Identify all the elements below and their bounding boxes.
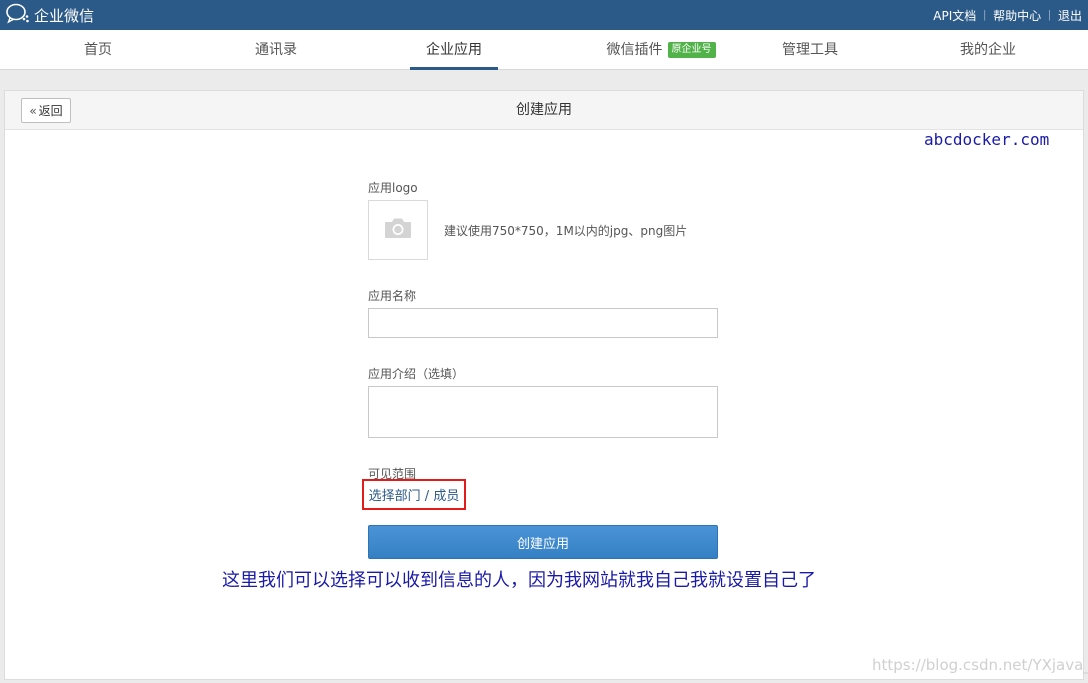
logout-link[interactable]: 退出 bbox=[1058, 7, 1082, 24]
main-nav: 首页 通讯录 企业应用 微信插件 原企业号 管理工具 我的企业 bbox=[0, 30, 1088, 70]
app-name-input[interactable] bbox=[368, 308, 718, 338]
select-departments-members-link[interactable]: 选择部门 / 成员 bbox=[362, 479, 466, 510]
nav-contacts[interactable]: 通讯录 bbox=[236, 30, 316, 70]
wecom-logo-icon bbox=[5, 2, 31, 29]
nav-active-indicator bbox=[410, 67, 498, 70]
nav-wechat-plugin[interactable]: 微信插件 原企业号 bbox=[596, 30, 726, 70]
create-app-button[interactable]: 创建应用 bbox=[368, 525, 718, 559]
annotation-text: 这里我们可以选择可以收到信息的人，因为我网站就我自己我就设置自己了 bbox=[222, 570, 816, 591]
site-watermark: abcdocker.com bbox=[924, 130, 1050, 149]
nav-wechat-plugin-label: 微信插件 bbox=[606, 42, 663, 58]
nav-my-company-label: 我的企业 bbox=[960, 42, 1016, 58]
top-links: API文档 | 帮助中心 | 退出 bbox=[933, 0, 1082, 30]
back-button-label: 返回 bbox=[38, 104, 63, 118]
app-name-label: 应用名称 bbox=[368, 289, 417, 303]
nav-contacts-label: 通讯录 bbox=[255, 42, 297, 58]
app-intro-textarea[interactable] bbox=[368, 386, 718, 438]
separator: | bbox=[983, 9, 987, 21]
panel-header: 创建应用 « 返回 bbox=[5, 91, 1083, 130]
nav-home[interactable]: 首页 bbox=[58, 30, 138, 70]
logo-hint: 建议使用750*750，1M以内的jpg、png图片 bbox=[444, 224, 688, 238]
nav-management-tools[interactable]: 管理工具 bbox=[770, 30, 850, 70]
page-title: 创建应用 bbox=[516, 102, 572, 118]
help-center-link[interactable]: 帮助中心 bbox=[993, 7, 1041, 24]
back-button[interactable]: « 返回 bbox=[21, 98, 71, 123]
separator: | bbox=[1048, 9, 1051, 21]
nav-apps-label: 企业应用 bbox=[426, 42, 482, 58]
api-docs-link[interactable]: API文档 bbox=[933, 7, 976, 24]
brand-name: 企业微信 bbox=[34, 6, 95, 25]
nav-home-label: 首页 bbox=[84, 42, 112, 58]
logo-label: 应用logo bbox=[368, 181, 418, 195]
blog-watermark: https://blog.csdn.net/YXjava_ bbox=[872, 656, 1088, 674]
nav-my-company[interactable]: 我的企业 bbox=[948, 30, 1028, 70]
nav-apps[interactable]: 企业应用 bbox=[410, 30, 498, 70]
logo-upload[interactable] bbox=[368, 200, 428, 260]
camera-icon bbox=[383, 216, 413, 245]
nav-management-tools-label: 管理工具 bbox=[782, 42, 838, 58]
brand[interactable]: 企业微信 bbox=[5, 2, 95, 29]
double-chevron-left-icon: « bbox=[29, 103, 37, 118]
legacy-badge: 原企业号 bbox=[667, 42, 716, 58]
top-bar: 企业微信 API文档 | 帮助中心 | 退出 bbox=[0, 0, 1088, 30]
app-intro-label: 应用介绍（选填） bbox=[368, 367, 465, 381]
